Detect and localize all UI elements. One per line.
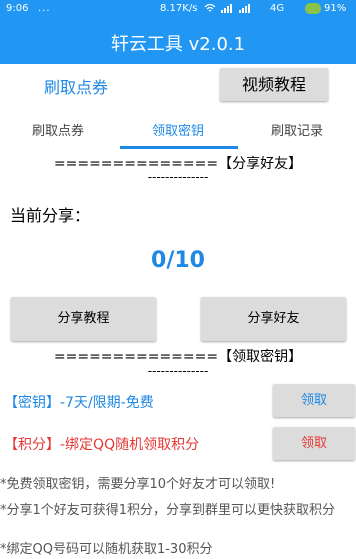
claim-key-button[interactable]: 领取	[273, 384, 355, 417]
coupon-link[interactable]: 刷取点券	[44, 74, 108, 98]
current-share-label: 当前分享：	[10, 206, 91, 225]
note-line-3: *绑定QQ号码可以随机获取1-30积分	[0, 542, 213, 557]
tab-records[interactable]: 刷取记录	[271, 120, 323, 139]
status-notification-dots: ...	[38, 3, 51, 14]
note-line-1: *免费领取密钥，需要分享10个好友才可以领取!	[0, 477, 276, 492]
key-reward-label: 【密钥】-7天/限期-免费	[4, 395, 154, 411]
note-line-2: *分享1个好友可获得1积分，分享到群里可以更快获取积分	[0, 503, 336, 518]
app-bar: 9:06 ... 8.17K/s 4G 91% 轩云工具 v2.0.1	[0, 0, 356, 64]
video-tutorial-button[interactable]: 视频教程	[220, 68, 328, 101]
share-section-underline: --------------	[147, 170, 209, 184]
wifi-signal-icon	[203, 2, 263, 17]
status-network-speed: 8.17K/s	[160, 3, 198, 14]
claim-points-button[interactable]: 领取	[273, 427, 355, 460]
status-time: 9:06	[6, 3, 29, 14]
status-bar: 9:06 ... 8.17K/s 4G 91%	[0, 0, 356, 20]
app-title: 轩云工具 v2.0.1	[110, 34, 246, 55]
tab-active-indicator	[120, 146, 238, 149]
tab-bar: 刷取点券 领取密钥 刷取记录	[0, 112, 356, 150]
points-reward-label: 【积分】-绑定QQ随机领取积分	[4, 437, 200, 453]
claim-section-underline: --------------	[147, 364, 209, 378]
tab-coupon[interactable]: 刷取点券	[32, 120, 84, 139]
status-battery-percent: 91%	[324, 3, 347, 14]
battery-icon	[305, 3, 321, 14]
share-tutorial-button[interactable]: 分享教程	[11, 297, 156, 341]
status-network-type: 4G	[270, 3, 285, 14]
share-friend-button[interactable]: 分享好友	[201, 297, 346, 341]
share-count: 0/10	[151, 248, 205, 273]
claim-section-header: ==============【领取密钥】	[53, 349, 303, 365]
tab-claim-key[interactable]: 领取密钥	[152, 120, 204, 139]
